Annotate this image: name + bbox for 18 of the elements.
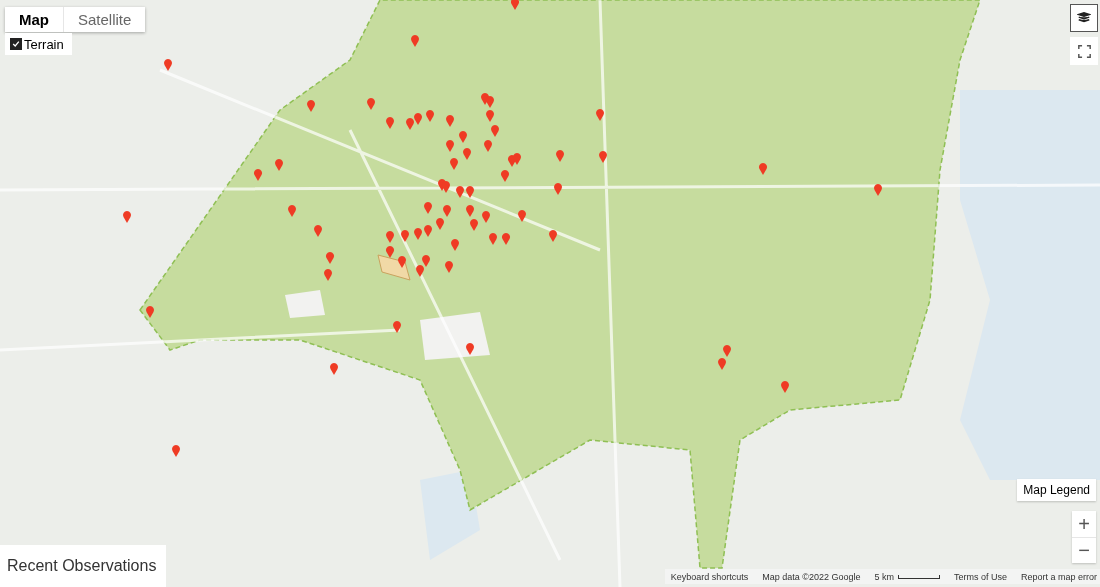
map-data-text: Map data ©2022 Google — [762, 571, 861, 582]
layers-icon — [1077, 11, 1091, 25]
checkmark-icon — [12, 40, 20, 48]
map-legend-button[interactable]: Map Legend — [1017, 479, 1096, 501]
terrain-checkbox[interactable]: Terrain — [5, 33, 72, 55]
scale-bar — [897, 574, 940, 579]
map-type-tab[interactable]: Satellite — [63, 7, 146, 32]
scale-label: 5 km — [874, 571, 894, 582]
terms-link[interactable]: Terms of Use — [953, 571, 1007, 582]
layers-button[interactable] — [1070, 4, 1098, 32]
fullscreen-button[interactable] — [1070, 37, 1098, 65]
keyboard-shortcuts-link[interactable]: Keyboard shortcuts — [670, 571, 749, 582]
map-type-tab[interactable]: Map — [5, 7, 63, 32]
panel-title: Recent Observations — [7, 557, 157, 575]
report-error-link[interactable]: Report a map error — [1020, 571, 1097, 582]
fullscreen-icon — [1077, 44, 1091, 58]
zoom-out-button[interactable]: − — [1072, 537, 1096, 563]
zoom-in-button[interactable]: + — [1072, 511, 1096, 537]
